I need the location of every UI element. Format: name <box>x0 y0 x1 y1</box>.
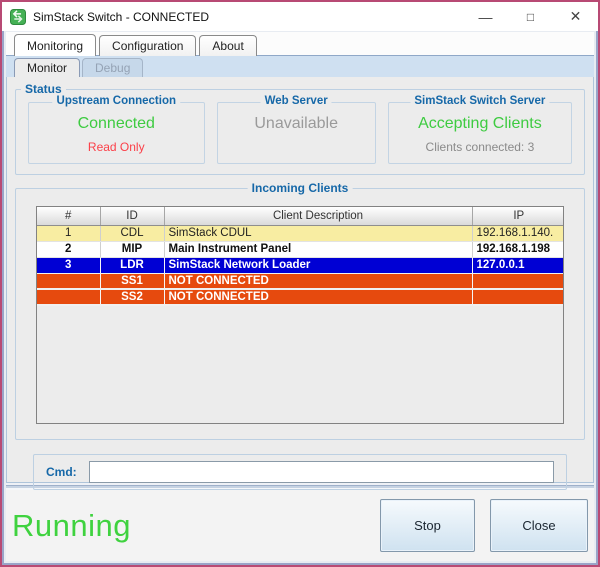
incoming-clients-label: Incoming Clients <box>247 181 353 195</box>
table-row[interactable]: 2 MIP Main Instrument Panel 192.168.1.19… <box>37 241 563 258</box>
tab-configuration[interactable]: Configuration <box>99 35 197 56</box>
tab-about[interactable]: About <box>199 35 257 56</box>
monitor-panel: Status Upstream Connection Connected Rea… <box>6 77 594 490</box>
cell-num: 2 <box>37 241 101 258</box>
cell-num <box>37 289 101 306</box>
cell-description: SimStack CDUL <box>164 225 473 242</box>
cell-description: SimStack Network Loader <box>164 257 473 274</box>
cell-num <box>37 273 101 290</box>
web-server-status-value: Unavailable <box>254 115 338 132</box>
running-status-text: Running <box>12 507 131 543</box>
tab-debug: Debug <box>82 58 144 77</box>
cell-id: LDR <box>100 257 165 274</box>
upstream-status-value: Connected <box>77 115 155 132</box>
col-header-id: ID <box>100 207 165 226</box>
web-server-panel: Web Server Unavailable <box>216 95 376 164</box>
cell-ip: 192.168.1.140. <box>472 225 563 242</box>
upstream-connection-panel: Upstream Connection Connected Read Only <box>28 95 205 164</box>
stop-button[interactable]: Stop <box>380 499 475 552</box>
maximize-icon[interactable]: □ <box>508 2 553 31</box>
cell-ip: 192.168.1.198 <box>472 241 563 258</box>
col-header-ip: IP <box>472 207 563 226</box>
cell-ip: 127.0.0.1 <box>472 257 563 274</box>
clients-table: # ID Client Description IP 1 CDL SimStac… <box>37 207 563 306</box>
clients-connected-count: Clients connected: 3 <box>425 140 535 154</box>
cmd-input[interactable] <box>88 461 554 483</box>
upstream-mode-value: Read Only <box>87 140 145 154</box>
table-row[interactable]: 1 CDL SimStack CDUL 192.168.1.140. <box>37 225 563 242</box>
table-row-selected[interactable]: 3 LDR SimStack Network Loader 127.0.0.1 <box>37 257 563 274</box>
cell-id: CDL <box>100 225 165 242</box>
cell-num: 3 <box>37 257 101 274</box>
clients-header-row: # ID Client Description IP <box>37 207 563 226</box>
switch-server-panel: SimStack Switch Server Accepting Clients… <box>387 95 572 164</box>
table-row[interactable]: SS1 NOT CONNECTED <box>37 273 563 290</box>
app-window: SimStack Switch - CONNECTED — □ ✕ Monito… <box>0 0 600 567</box>
cell-ip <box>472 273 563 290</box>
status-groupbox: Status Upstream Connection Connected Rea… <box>15 82 585 175</box>
clients-table-container: # ID Client Description IP 1 CDL SimStac… <box>36 206 564 424</box>
col-header-description: Client Description <box>164 207 473 226</box>
web-server-title: Web Server <box>260 95 332 107</box>
title-bar: SimStack Switch - CONNECTED — □ ✕ <box>2 2 598 31</box>
cell-description: Main Instrument Panel <box>164 241 473 258</box>
col-header-num: # <box>37 207 101 226</box>
switch-server-status-value: Accepting Clients <box>418 115 542 132</box>
cell-id: MIP <box>100 241 165 258</box>
cmd-groupbox: Cmd: <box>33 454 567 490</box>
footer-bar: Running Stop Close <box>6 490 594 561</box>
sub-tab-bar: Monitor Debug <box>6 55 594 77</box>
minimize-icon[interactable]: — <box>463 2 508 31</box>
close-icon[interactable]: ✕ <box>553 2 598 31</box>
cell-description: NOT CONNECTED <box>164 273 473 290</box>
cmd-label: Cmd: <box>46 465 77 479</box>
window-frame: Monitoring Configuration About Monitor D… <box>2 31 598 565</box>
upstream-connection-title: Upstream Connection <box>52 95 181 107</box>
table-row[interactable]: SS2 NOT CONNECTED <box>37 289 563 306</box>
window-title: SimStack Switch - CONNECTED <box>33 9 210 24</box>
status-group-label: Status <box>21 82 66 96</box>
switch-server-title: SimStack Switch Server <box>410 95 550 107</box>
main-tab-bar: Monitoring Configuration About <box>6 32 594 56</box>
cell-num: 1 <box>37 225 101 242</box>
cell-id: SS2 <box>100 289 165 306</box>
close-button[interactable]: Close <box>490 499 588 552</box>
incoming-clients-groupbox: Incoming Clients # ID Client Description… <box>15 181 585 440</box>
cell-description: NOT CONNECTED <box>164 289 473 306</box>
tab-monitoring[interactable]: Monitoring <box>14 34 97 56</box>
tab-monitor[interactable]: Monitor <box>14 58 81 77</box>
cell-id: SS1 <box>100 273 165 290</box>
cell-ip <box>472 289 563 306</box>
app-swap-arrows-icon <box>10 8 26 25</box>
status-row: Upstream Connection Connected Read Only … <box>16 90 584 164</box>
